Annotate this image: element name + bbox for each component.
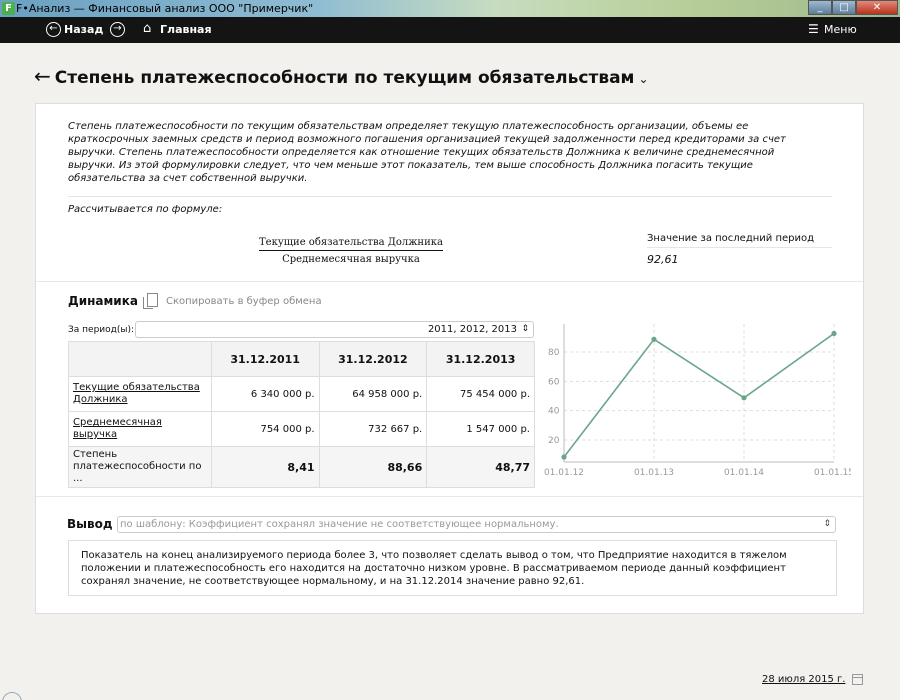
up-down-icon: ⇕ (521, 324, 529, 334)
chevron-down-icon[interactable]: ⌄ (638, 72, 648, 86)
table-cell: 732 667 р. (318, 411, 428, 447)
nav-bar: ← Назад → ⌂ Главная ☰ Меню (0, 17, 900, 43)
column-header: 31.12.2012 (318, 341, 428, 377)
y-tick-label: 40 (548, 407, 560, 417)
formula-denominator: Среднемесячная выручка (282, 254, 420, 265)
copy-icon[interactable] (143, 293, 158, 309)
y-tick-label: 80 (548, 348, 560, 358)
table-cell: 48,77 (426, 446, 535, 488)
report-date-link[interactable]: 28 июля 2015 г. (762, 674, 845, 685)
menu-icon[interactable]: ☰ (808, 22, 819, 36)
page-heading: ← Степень платежеспособности по текущим о… (34, 64, 649, 88)
home-icon[interactable]: ⌂ (143, 21, 151, 36)
divider (68, 196, 832, 197)
formula-label: Рассчитывается по формуле: (68, 204, 223, 215)
menu-button[interactable]: Меню (824, 23, 857, 36)
x-tick-label: 01.01.13 (634, 468, 674, 478)
data-point (651, 336, 657, 342)
last-value-label: Значение за последний период (647, 233, 815, 244)
x-tick-label: 01.01.12 (544, 468, 584, 478)
conclusion-template-select[interactable]: по шаблону: Коэффициент сохранял значени… (117, 516, 836, 533)
row-label: Степень платежеспособности по ... (68, 446, 212, 488)
x-tick-label: 01.01.14 (724, 468, 764, 478)
table-row: Текущие обязательства Должника 6 340 000… (68, 376, 535, 412)
data-point (831, 330, 837, 337)
table-corner-header (68, 341, 212, 377)
conclusion-title: Вывод (67, 517, 113, 531)
calendar-icon[interactable] (852, 674, 863, 685)
app-icon: F (2, 2, 15, 15)
dynamics-line-chart: 20 40 60 80 01.01.12 01.01.13 01.01.14 01.01.15 (544, 324, 851, 478)
table-cell: 6 340 000 р. (210, 376, 320, 412)
table-row: Степень платежеспособности по ... 8,41 8… (68, 446, 535, 488)
window-title-bar: F F•Анализ — Финансовый анализ ООО "Прим… (0, 0, 900, 17)
row-label-text: Степень платежеспособности по ... (73, 449, 202, 484)
y-tick-label: 20 (548, 436, 560, 446)
up-down-icon: ⇕ (823, 519, 831, 529)
forward-arrow-icon[interactable]: → (110, 22, 125, 37)
indicator-description: Степень платежеспособности по текущим об… (68, 121, 786, 184)
row-label-link[interactable]: Среднемесячная выручка (68, 411, 212, 447)
back-arrow-icon[interactable]: ← (46, 22, 61, 37)
y-tick-label: 60 (548, 377, 560, 387)
data-point (561, 454, 567, 460)
back-button[interactable]: Назад (64, 23, 103, 36)
data-point (741, 395, 747, 401)
divider (647, 247, 832, 248)
conclusion-text: Показатель на конец анализируемого перио… (68, 540, 837, 596)
table-cell: 88,66 (318, 446, 428, 488)
table-cell: 64 958 000 р. (318, 376, 428, 412)
window-controls: _ □ ✕ (808, 0, 898, 15)
dynamics-table: 31.12.2011 31.12.2012 31.12.2013 Текущие… (68, 341, 535, 488)
table-cell: 1 547 000 р. (426, 411, 535, 447)
period-label: За период(ы): (68, 325, 135, 335)
minimize-button[interactable]: _ (808, 0, 832, 15)
back-arrow-icon[interactable]: ← (34, 64, 51, 88)
table-row: Среднемесячная выручка 754 000 р. 732 66… (68, 411, 535, 447)
period-select-value: 2011, 2012, 2013 (427, 324, 517, 335)
last-value: 92,61 (647, 253, 679, 266)
period-select[interactable]: 2011, 2012, 2013 ⇕ (135, 321, 534, 338)
close-button[interactable]: ✕ (856, 0, 898, 15)
maximize-button[interactable]: □ (832, 0, 856, 15)
divider (36, 281, 863, 282)
conclusion-template-value: по шаблону: Коэффициент сохранял значени… (120, 519, 559, 530)
indicator-card: Степень платежеспособности по текущим об… (35, 103, 864, 614)
copy-to-clipboard-button[interactable]: Скопировать в буфер обмена (166, 296, 322, 307)
dynamics-title: Динамика (68, 294, 138, 308)
table-cell: 754 000 р. (210, 411, 320, 447)
formula-fraction: Текущие обязательства Должника Среднемес… (236, 237, 466, 265)
table-cell: 8,41 (210, 446, 320, 488)
divider (36, 496, 863, 497)
table-cell: 75 454 000 р. (426, 376, 535, 412)
column-header: 31.12.2013 (426, 341, 535, 377)
column-header: 31.12.2011 (210, 341, 320, 377)
x-tick-label: 01.01.15 (814, 468, 851, 478)
help-icon[interactable] (2, 692, 22, 700)
home-button[interactable]: Главная (160, 23, 212, 36)
page-title: Степень платежеспособности по текущим об… (54, 68, 635, 88)
window-title: F•Анализ — Финансовый анализ ООО "Пример… (16, 2, 314, 15)
row-label-link[interactable]: Текущие обязательства Должника (68, 376, 212, 412)
formula-numerator: Текущие обязательства Должника (259, 237, 443, 251)
